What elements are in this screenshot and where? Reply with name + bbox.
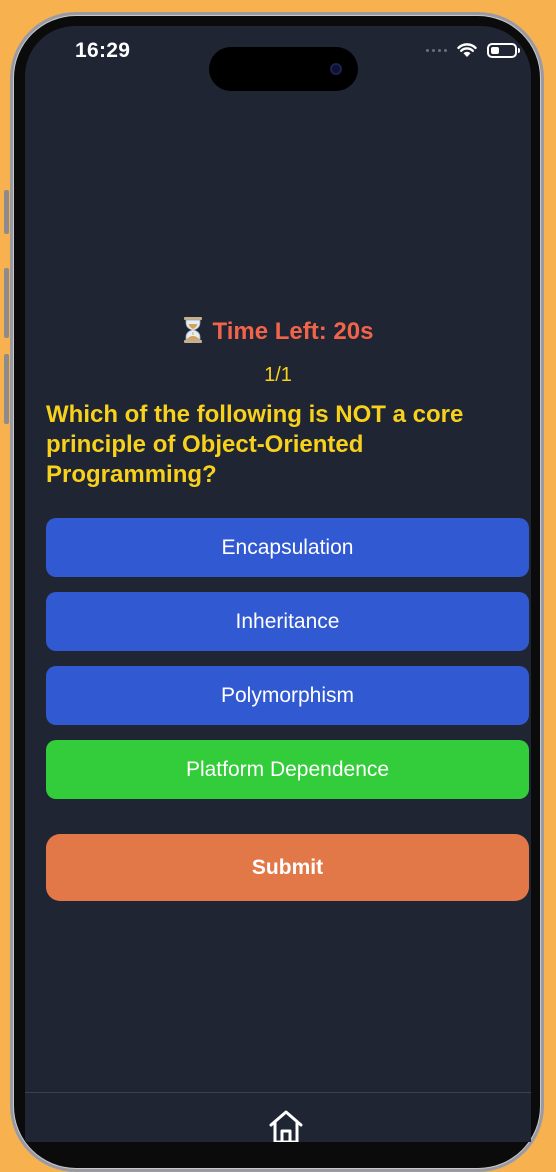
app-screen: 16:29 Time Left: 20s 1/1 Which of the fo… [25, 26, 531, 1142]
front-camera-icon [330, 63, 342, 75]
timer-text: Time Left: 20s [212, 318, 374, 345]
wifi-icon [457, 43, 477, 57]
hourglass-icon [183, 317, 202, 343]
option-label: Encapsulation [221, 535, 354, 559]
dynamic-island [209, 47, 358, 91]
status-time: 16:29 [75, 39, 131, 62]
cellular-signal-icon [426, 49, 447, 52]
submit-button[interactable]: Submit [46, 834, 529, 901]
option-label: Platform Dependence [185, 757, 390, 781]
option-polymorphism[interactable]: Polymorphism [46, 666, 529, 725]
option-label: Polymorphism [220, 683, 355, 707]
question-text: Which of the following is NOT a core pri… [46, 401, 464, 488]
option-encapsulation[interactable]: Encapsulation [46, 518, 529, 577]
tab-bar [25, 1092, 531, 1142]
submit-label: Submit [251, 855, 324, 879]
side-button-volume-down [4, 354, 9, 424]
option-inheritance[interactable]: Inheritance [46, 592, 529, 651]
battery-icon [487, 43, 520, 58]
home-icon[interactable] [268, 1109, 304, 1142]
option-platform-dependence[interactable]: Platform Dependence [46, 740, 529, 799]
option-label: Inheritance [235, 609, 340, 633]
side-button-silent [4, 190, 9, 234]
status-indicators [426, 43, 520, 58]
question-progress: 1/1 [264, 364, 292, 386]
timer-row: Time Left: 20s [25, 317, 531, 346]
side-button-volume-up [4, 268, 9, 338]
